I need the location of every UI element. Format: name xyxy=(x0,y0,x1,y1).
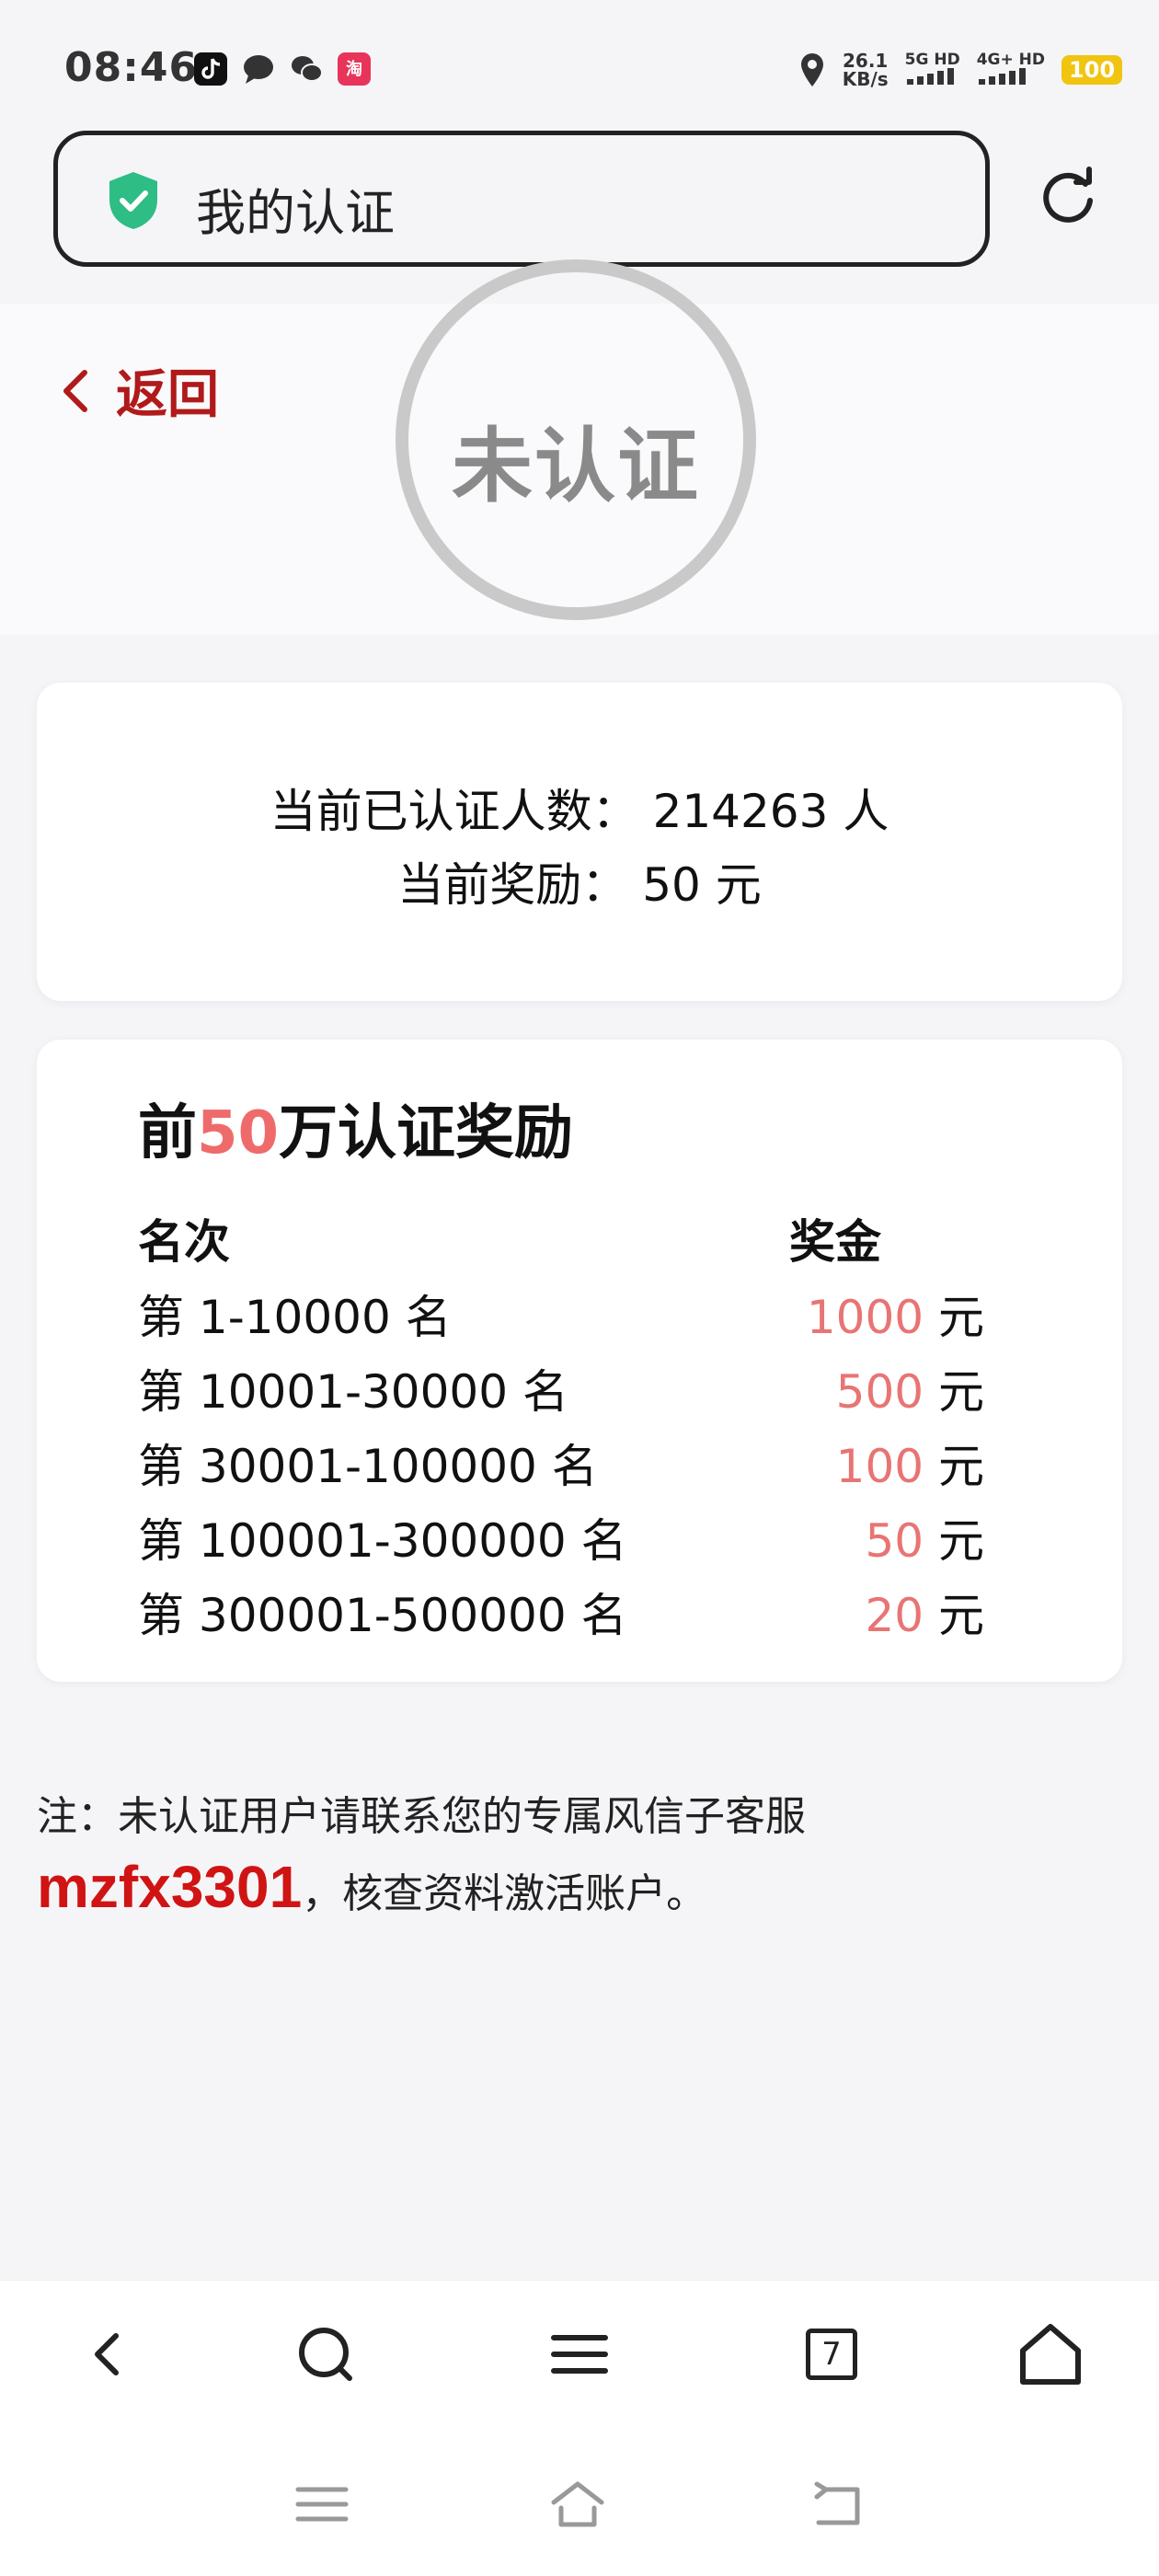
net-speed-unit: KB/s xyxy=(842,68,889,90)
back-icon[interactable] xyxy=(74,2319,143,2389)
signal-sim2: 4G+ HD xyxy=(977,52,1045,88)
signal-bars-icon xyxy=(978,68,1026,85)
column-header-prize: 奖金 xyxy=(789,1215,881,1269)
row-amount-value: 100 xyxy=(835,1440,924,1493)
row-amount: 20 元 xyxy=(865,1579,984,1645)
verified-label: 当前已认证人数： xyxy=(270,785,638,838)
table-row: 第 300001-500000 名 20 元 xyxy=(138,1579,984,1643)
stats-card: 当前已认证人数： 214263 人 当前奖励： 50 元 xyxy=(37,683,1122,1001)
signal-bars-icon xyxy=(906,68,954,85)
row-rank: 第 30001-100000 名 xyxy=(138,1440,598,1493)
table-row: 第 100001-300000 名 50 元 xyxy=(138,1504,984,1569)
contact-id[interactable]: mzfx3301 xyxy=(37,1853,302,1921)
stamp-text: 未认证 xyxy=(451,419,700,513)
net-speed: 26.1 KB/s xyxy=(843,52,889,88)
page-title: 我的认证 xyxy=(196,184,395,242)
svg-text:淘: 淘 xyxy=(346,59,362,79)
status-bar: 08:46 淘 26.1 KB/s 5G HD 4G+ HD 100 xyxy=(0,0,1159,129)
row-rank: 第 10001-30000 名 xyxy=(138,1365,568,1419)
search-icon[interactable] xyxy=(291,2319,361,2389)
reward-label: 当前奖励： xyxy=(397,858,628,912)
row-amount-unit: 元 xyxy=(938,1291,984,1344)
row-amount-unit: 元 xyxy=(938,1589,984,1642)
note-text: 注：未认证用户请联系您的专属风信子客服 xyxy=(37,1793,806,1840)
row-amount: 1000 元 xyxy=(807,1281,984,1347)
wechat-icon xyxy=(292,56,323,82)
chevron-left-icon xyxy=(63,369,87,412)
reward-title-suffix: 万认证奖励 xyxy=(279,1099,574,1167)
recent-apps-icon[interactable] xyxy=(294,2480,350,2528)
back-label: 返回 xyxy=(116,365,219,425)
shield-check-icon xyxy=(109,172,157,229)
address-bar[interactable]: 我的认证 xyxy=(53,131,990,267)
row-amount-unit: 元 xyxy=(938,1365,984,1419)
menu-icon[interactable] xyxy=(545,2319,614,2389)
current-reward-line: 当前奖励： 50 元 xyxy=(37,848,1122,914)
reward-title: 前50万认证奖励 xyxy=(138,1086,573,1170)
home-icon[interactable] xyxy=(1016,2319,1085,2389)
row-amount-unit: 元 xyxy=(938,1440,984,1493)
row-amount-unit: 元 xyxy=(938,1514,984,1568)
table-row: 第 30001-100000 名 100 元 xyxy=(138,1430,984,1494)
verified-unit: 人 xyxy=(843,785,889,838)
sim1-label: 5G HD xyxy=(904,51,960,69)
row-rank: 第 100001-300000 名 xyxy=(138,1514,627,1568)
net-speed-value: 26.1 xyxy=(843,50,889,72)
table-row: 第 10001-30000 名 500 元 xyxy=(138,1355,984,1420)
taobao-icon: 淘 xyxy=(338,52,371,86)
unverified-stamp: 未认证 xyxy=(396,259,756,620)
verified-count: 214263 xyxy=(652,785,829,838)
system-nav-bar xyxy=(0,2427,1159,2576)
verified-count-line: 当前已认证人数： 214263 人 xyxy=(37,775,1122,841)
row-amount-value: 1000 xyxy=(806,1291,924,1344)
status-time: 08:46 xyxy=(64,44,199,91)
row-amount-value: 50 xyxy=(865,1514,924,1568)
tab-count: 7 xyxy=(806,2329,857,2380)
sim2-label: 4G+ HD xyxy=(976,51,1045,69)
tabs-icon[interactable]: 7 xyxy=(806,2329,876,2398)
system-home-icon[interactable] xyxy=(550,2480,605,2528)
tiktok-icon xyxy=(194,52,227,86)
row-amount: 500 元 xyxy=(836,1355,984,1421)
row-rank: 第 300001-500000 名 xyxy=(138,1589,627,1642)
system-back-icon[interactable] xyxy=(809,2480,865,2528)
reward-title-highlight: 50 xyxy=(197,1099,280,1167)
battery-indicator: 100 xyxy=(1061,55,1122,85)
message-icon xyxy=(244,55,273,84)
row-amount-value: 500 xyxy=(835,1365,924,1419)
reload-icon[interactable] xyxy=(1038,166,1098,226)
row-amount-value: 20 xyxy=(865,1589,924,1642)
signal-sim1: 5G HD xyxy=(905,52,960,88)
back-button[interactable]: 返回 xyxy=(59,353,219,428)
reward-table-card: 前50万认证奖励 名次 奖金 第 1-10000 名 1000 元 第 1000… xyxy=(37,1040,1122,1682)
reward-amount: 50 xyxy=(642,858,701,912)
status-right: 26.1 KB/s 5G HD 4G+ HD 100 xyxy=(798,48,1122,92)
note-suffix: ，核查资料激活账户。 xyxy=(302,1870,707,1917)
note-contact-line: mzfx3301 ，核查资料激活账户。 xyxy=(37,1853,706,1921)
reward-unit: 元 xyxy=(715,858,762,912)
reward-title-prefix: 前 xyxy=(138,1099,197,1167)
location-icon xyxy=(800,53,823,86)
row-rank: 第 1-10000 名 xyxy=(138,1291,452,1344)
column-header-rank: 名次 xyxy=(138,1215,230,1269)
row-amount: 50 元 xyxy=(865,1504,984,1570)
browser-toolbar: 7 xyxy=(0,2280,1159,2427)
table-row: 第 1-10000 名 1000 元 xyxy=(138,1281,984,1345)
row-amount: 100 元 xyxy=(836,1430,984,1496)
